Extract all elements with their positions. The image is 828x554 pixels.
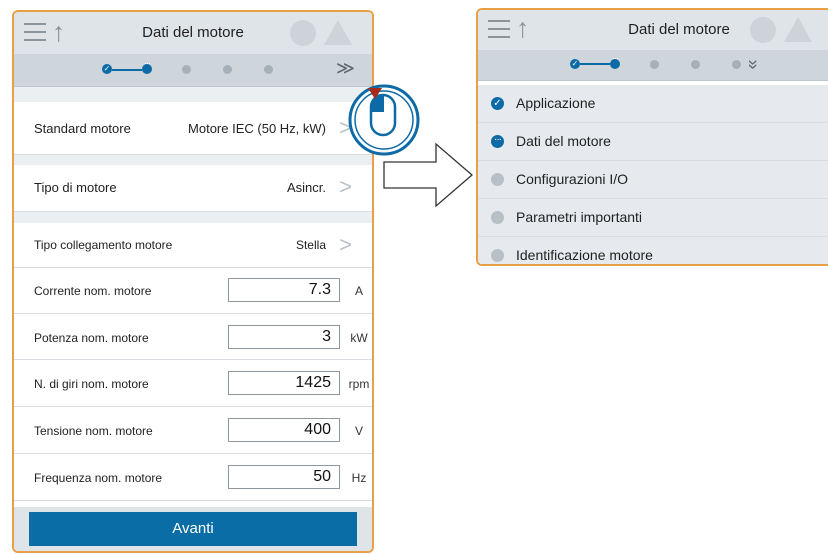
step-dot-applicazione [570,59,580,69]
step-dot-parametri [691,60,700,69]
step-label: Configurazioni I/O [516,171,629,187]
field-giri-nom: N. di giri nom. motore 1425 rpm [14,360,372,407]
step-dot-identificazione [732,60,741,69]
row-value: Asincr. [286,180,326,195]
field-label: Corrente nom. motore [34,284,152,298]
giri-input[interactable]: 1425 [228,371,340,395]
field-corrente-nom: Corrente nom. motore 7.3 A [14,268,372,314]
pending-icon [491,173,504,186]
field-unit: A [354,284,363,298]
field-label: Frequenza nom. motore [34,471,163,485]
row-value: Stella [295,238,326,252]
page-title: Dati del motore [628,21,730,38]
footer: Avanti [14,507,372,551]
warning-status-icon [784,17,812,42]
field-unit: rpm [348,377,370,391]
right-arrow-icon [383,142,473,208]
step-item-dati-motore[interactable]: Dati del motore [478,123,828,161]
step-connector [580,63,610,65]
step-dot-parametri [223,65,232,74]
step-item-parametri[interactable]: Parametri importanti [478,199,828,237]
step-dot-configurazioni [182,65,191,74]
field-label: Tensione nom. motore [34,424,153,438]
chevron-right-icon[interactable]: > [339,176,352,198]
field-frequenza-nom: Frequenza nom. motore 50 Hz [14,454,372,501]
right-screen: ↑ Dati del motore » Applicazione Dati de… [476,8,828,266]
step-label: Parametri importanti [516,209,643,225]
error-status-icon [290,20,316,46]
field-label: Potenza nom. motore [34,331,149,345]
step-indicator: » [478,50,828,81]
check-icon [491,97,504,110]
step-dot-dati-motore [610,53,620,69]
step-item-configurazioni[interactable]: Configurazioni I/O [478,161,828,199]
frequenza-input[interactable]: 50 [228,465,340,489]
field-unit: kW [350,331,368,345]
step-item-applicazione[interactable]: Applicazione [478,85,828,123]
row-tipo-motore[interactable]: Tipo di motore Asincr. > [14,165,372,212]
field-label: N. di giri nom. motore [34,377,149,391]
field-tensione-nom: Tensione nom. motore 400 V [14,407,372,454]
row-value: Motore IEC (50 Hz, kW) [188,121,326,136]
field-unit: V [354,424,363,438]
step-indicator: ≫ [14,54,372,87]
left-screen: ↑ Dati del motore ≫ Standard motore Moto… [12,10,374,553]
step-dot-dati-motore [142,58,152,74]
page-title: Dati del motore [142,24,244,41]
row-label: Tipo collegamento motore [34,238,173,252]
corrente-input[interactable]: 7.3 [228,278,340,302]
field-potenza-nom: Potenza nom. motore 3 kW [14,314,372,360]
in-progress-icon [491,133,504,148]
step-dot-identificazione [264,65,273,74]
pending-icon [491,249,504,262]
chevron-right-icon[interactable]: > [339,234,352,256]
row-label: Tipo di motore [34,180,117,195]
step-dot-applicazione [102,64,112,74]
next-button[interactable]: Avanti [29,512,357,546]
tensione-input[interactable]: 400 [228,418,340,442]
field-unit: Hz [351,471,367,485]
step-dot-configurazioni [650,60,659,69]
hamburger-icon[interactable] [488,20,510,38]
step-label: Identificazione motore [516,247,653,263]
warning-status-icon [324,20,352,45]
step-connector [112,69,142,71]
step-item-identificazione[interactable]: Identificazione motore [478,237,828,264]
row-label: Standard motore [34,121,131,136]
header: ↑ Dati del motore [14,12,372,54]
step-label: Applicazione [516,95,596,111]
potenza-input[interactable]: 3 [228,325,340,349]
row-tipo-collegamento[interactable]: Tipo collegamento motore Stella > [14,223,372,268]
row-standard-motore[interactable]: Standard motore Motore IEC (50 Hz, kW) > [14,102,372,155]
pending-icon [491,211,504,224]
step-label: Dati del motore [516,133,611,149]
header: ↑ Dati del motore [478,10,828,50]
double-chevron-down-icon[interactable]: » [743,59,764,69]
error-status-icon [750,17,776,43]
